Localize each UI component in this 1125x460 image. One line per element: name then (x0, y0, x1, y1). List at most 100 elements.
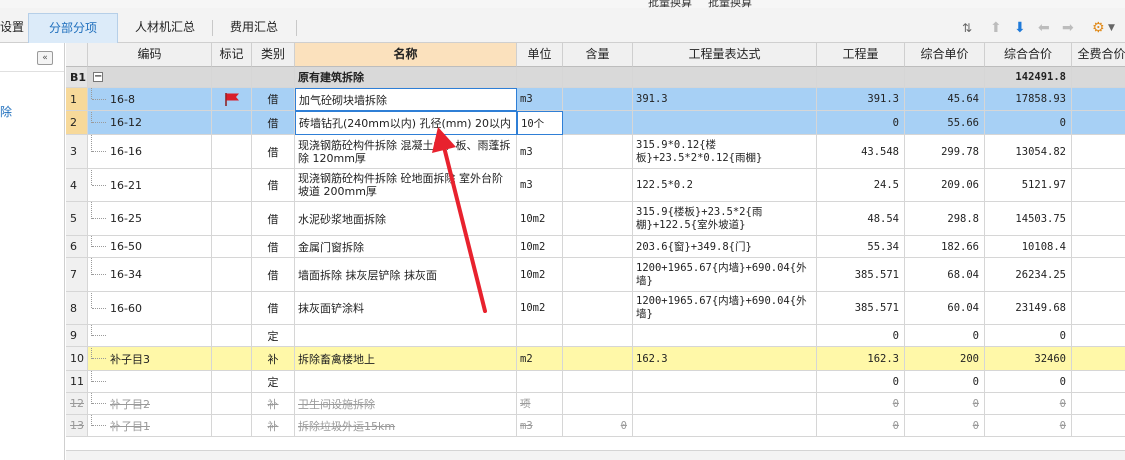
table-row[interactable]: 10 补子目3 补 拆除畜禽楼地上 m2 162.3 162.3 200 324… (66, 347, 1125, 371)
row-unit-price[interactable]: 0 (905, 371, 985, 393)
move-left-icon[interactable]: ⬅ (1038, 20, 1050, 36)
row-expression[interactable] (633, 325, 817, 347)
row-type[interactable]: 借 (252, 258, 295, 292)
row-type[interactable]: 借 (252, 88, 295, 111)
row-full-price[interactable] (1072, 371, 1125, 393)
table-row[interactable]: 3 16-16 借 现浇钢筋砼构件拆除 混凝土墙、板、雨蓬拆除 120mm厚 m… (66, 135, 1125, 169)
row-code-cell[interactable]: 16-50 (88, 236, 212, 258)
row-total[interactable]: 10108.4 (985, 236, 1072, 258)
row-content[interactable] (563, 135, 633, 169)
row-total[interactable]: 23149.68 (985, 292, 1072, 325)
header-unit-price[interactable]: 综合单价 (905, 43, 985, 67)
row-quantity[interactable]: 385.571 (817, 258, 905, 292)
header-name[interactable]: 名称 (295, 43, 517, 67)
row-content[interactable] (563, 325, 633, 347)
sort-icon[interactable]: ⇅ (962, 20, 972, 36)
table-row[interactable]: 13 补子目1 补 拆除垃圾外运15km m3 0 0 0 0 (66, 415, 1125, 437)
row-unit[interactable]: m3 (517, 415, 563, 437)
header-mark[interactable]: 标记 (212, 43, 252, 67)
row-name[interactable]: 现浇钢筋砼构件拆除 混凝土墙、板、雨蓬拆除 120mm厚 (295, 135, 517, 169)
row-unit-price[interactable]: 182.66 (905, 236, 985, 258)
row-quantity[interactable]: 385.571 (817, 292, 905, 325)
move-right-icon[interactable]: ➡ (1062, 20, 1074, 36)
row-total[interactable]: 0 (985, 415, 1072, 437)
row-total[interactable]: 26234.25 (985, 258, 1072, 292)
collapse-expander-icon[interactable]: − (93, 72, 103, 82)
row-mark-cell[interactable] (212, 415, 252, 437)
row-code-cell[interactable] (88, 325, 212, 347)
row-code-cell[interactable]: 16-16 (88, 135, 212, 169)
row-code-cell[interactable]: 补子目3 (88, 347, 212, 371)
row-code-cell[interactable]: 补子目2 (88, 393, 212, 415)
row-unit-price[interactable]: 0 (905, 393, 985, 415)
row-name[interactable]: 拆除畜禽楼地上 (295, 347, 517, 371)
row-unit-price[interactable]: 60.04 (905, 292, 985, 325)
header-total-price[interactable]: 综合合价 (985, 43, 1072, 67)
row-unit[interactable]: 10m2 (517, 258, 563, 292)
row-mark-cell[interactable] (212, 202, 252, 236)
row-full-price[interactable] (1072, 292, 1125, 325)
table-row[interactable]: 2 16-12 借 砖墙钻孔(240mm以内) 孔径(mm) 20以内 10个 … (66, 111, 1125, 135)
row-type[interactable]: 补 (252, 347, 295, 371)
row-unit[interactable]: 10m2 (517, 202, 563, 236)
row-type[interactable]: 借 (252, 169, 295, 202)
row-mark-cell[interactable] (212, 347, 252, 371)
row-type[interactable]: 借 (252, 292, 295, 325)
collapse-panel-button[interactable]: « (37, 51, 53, 65)
horizontal-scrollbar[interactable] (66, 450, 1125, 460)
row-expression[interactable] (633, 393, 817, 415)
batch-convert-label-a[interactable]: 批量换算 (648, 0, 692, 8)
row-unit[interactable]: 10m2 (517, 236, 563, 258)
row-code-cell[interactable] (88, 371, 212, 393)
row-name[interactable]: 水泥砂浆地面拆除 (295, 202, 517, 236)
row-unit[interactable]: m3 (517, 88, 563, 111)
row-mark-cell[interactable] (212, 135, 252, 169)
row-expression[interactable]: 122.5*0.2 (633, 169, 817, 202)
row-type[interactable]: 借 (252, 202, 295, 236)
row-code-cell[interactable]: 16-8 (88, 88, 212, 111)
row-content[interactable] (563, 202, 633, 236)
row-content[interactable] (563, 169, 633, 202)
row-name[interactable]: 抹灰面铲涂料 (295, 292, 517, 325)
row-unit-price[interactable]: 299.78 (905, 135, 985, 169)
row-full-price[interactable] (1072, 135, 1125, 169)
row-content[interactable]: 0 (563, 415, 633, 437)
move-down-icon[interactable]: ⬇ (1014, 20, 1026, 36)
row-expression[interactable] (633, 415, 817, 437)
row-unit[interactable]: 10m2 (517, 292, 563, 325)
row-quantity[interactable]: 0 (817, 415, 905, 437)
row-expression[interactable]: 1200+1965.67{内墙}+690.04{外墙} (633, 292, 817, 325)
row-full-price[interactable] (1072, 393, 1125, 415)
row-type[interactable]: 补 (252, 415, 295, 437)
row-full-price[interactable] (1072, 111, 1125, 135)
row-total[interactable]: 0 (985, 371, 1072, 393)
row-type[interactable]: 定 (252, 325, 295, 347)
row-full-price[interactable] (1072, 88, 1125, 111)
row-quantity[interactable]: 55.34 (817, 236, 905, 258)
row-name[interactable]: 加气砼砌块墙拆除 (295, 88, 517, 111)
row-total[interactable]: 17858.93 (985, 88, 1072, 111)
row-mark-cell[interactable] (212, 111, 252, 135)
row-quantity[interactable]: 391.3 (817, 88, 905, 111)
row-mark-cell[interactable] (212, 393, 252, 415)
table-row[interactable]: 11 定 0 0 0 (66, 371, 1125, 393)
row-code-cell[interactable]: 16-60 (88, 292, 212, 325)
row-quantity[interactable]: 162.3 (817, 347, 905, 371)
row-quantity[interactable]: 0 (817, 111, 905, 135)
row-total[interactable]: 5121.97 (985, 169, 1072, 202)
tab-labor-material-summary[interactable]: 人材机汇总 (120, 13, 210, 43)
header-content[interactable]: 含量 (563, 43, 633, 67)
table-row[interactable]: 1 16-8 借 加气砼砌块墙拆除 m3 391.3 391.3 45.64 1… (66, 88, 1125, 111)
column-settings-icon[interactable]: ⚙ (1092, 20, 1105, 36)
table-row[interactable]: 6 16-50 借 金属门窗拆除 10m2 203.6{窗}+349.8{门} … (66, 236, 1125, 258)
header-quantity-expression[interactable]: 工程量表达式 (633, 43, 817, 67)
row-total[interactable]: 13054.82 (985, 135, 1072, 169)
row-unit-price[interactable]: 209.06 (905, 169, 985, 202)
row-mark-cell[interactable] (212, 169, 252, 202)
row-code-cell[interactable]: 补子目1 (88, 415, 212, 437)
row-mark-cell[interactable] (212, 325, 252, 347)
row-expression[interactable] (633, 111, 817, 135)
row-name[interactable]: 现浇钢筋砼构件拆除 砼地面拆除 室外台阶坡道 200mm厚 (295, 169, 517, 202)
row-mark-cell[interactable] (212, 236, 252, 258)
table-row[interactable]: 4 16-21 借 现浇钢筋砼构件拆除 砼地面拆除 室外台阶坡道 200mm厚 … (66, 169, 1125, 202)
